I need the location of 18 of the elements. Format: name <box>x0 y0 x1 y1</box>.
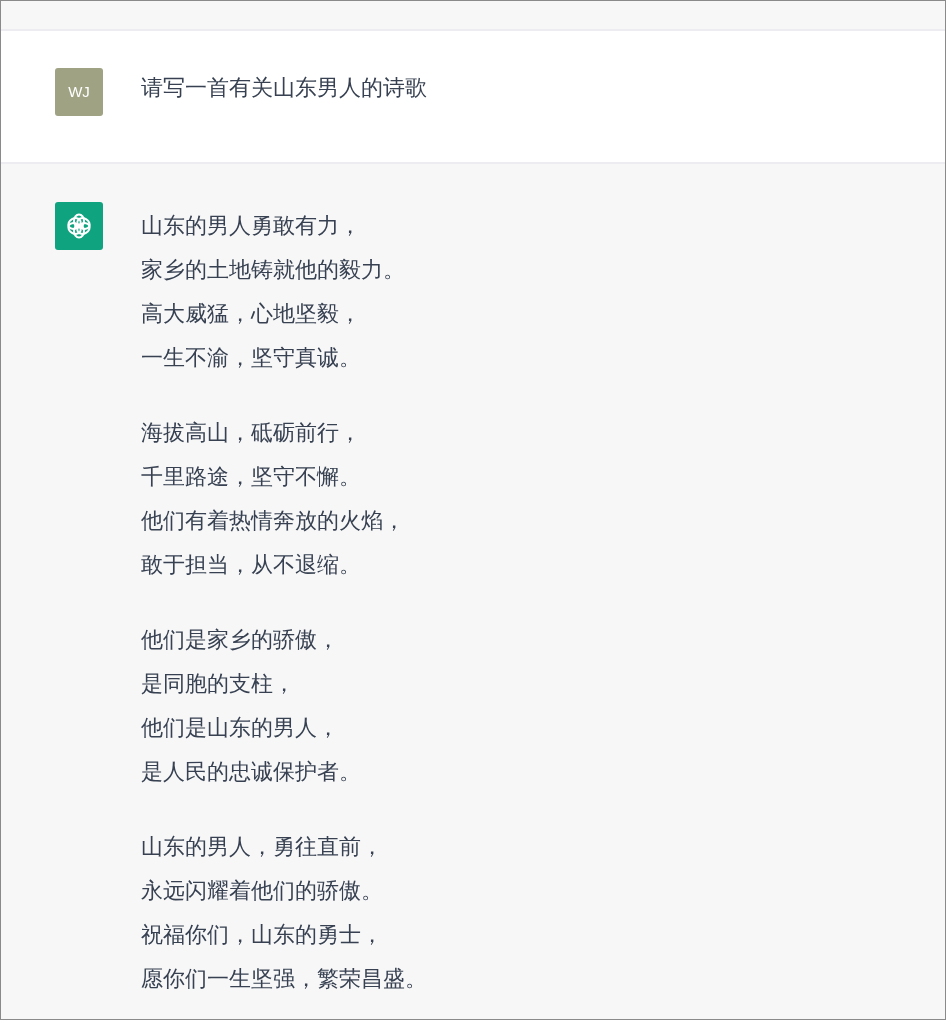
poem-line: 敢于担当，从不退缩。 <box>141 551 362 579</box>
user-avatar: WJ <box>55 68 103 116</box>
poem-line: 高大威猛，心地坚毅， <box>141 300 362 328</box>
poem-line: 山东的男人，勇往直前， <box>141 833 384 861</box>
poem-line: 他们是山东的男人， <box>141 714 340 742</box>
poem-line: 祝福你们，山东的勇士， <box>141 921 384 949</box>
poem-line: 是人民的忠诚保护者。 <box>141 758 362 786</box>
poem-line: 海拔高山，砥砺前行， <box>141 419 362 447</box>
poem-line: 是同胞的支柱， <box>141 670 296 698</box>
poem-line: 永远闪耀着他们的骄傲。 <box>141 877 384 905</box>
poem-line: 他们有着热情奔放的火焰， <box>141 507 406 535</box>
poem-line: 愿你们一生坚强，繁荣昌盛。 <box>141 965 427 993</box>
poem-line: 家乡的土地铸就他的毅力。 <box>141 256 406 284</box>
poem-line: 他们是家乡的骄傲， <box>141 626 340 654</box>
poem-line: 千里路途，坚守不懈。 <box>141 463 362 491</box>
poem-line: 一生不渝，坚守真诚。 <box>141 344 362 372</box>
poem-line: 山东的男人勇敢有力， <box>141 212 362 240</box>
user-message: 请写一首有关山东男人的诗歌 <box>141 74 427 102</box>
